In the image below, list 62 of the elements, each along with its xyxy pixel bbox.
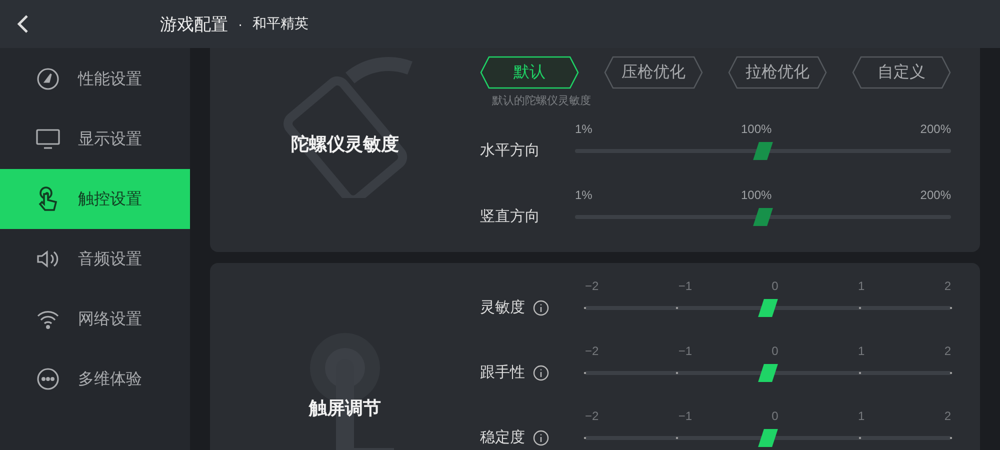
tick-label: −2 xyxy=(585,409,599,423)
tick-label: −1 xyxy=(678,279,692,293)
tick-label: 0 xyxy=(772,279,778,293)
tick-label: 200% xyxy=(920,188,951,202)
slider-track[interactable] xyxy=(585,429,951,447)
info-icon[interactable] xyxy=(533,364,549,380)
title-separator: · xyxy=(238,16,243,32)
tick-label: 100% xyxy=(740,122,772,136)
slider-label: 跟手性 xyxy=(480,363,525,382)
tick-label: −1 xyxy=(678,409,692,423)
game-name: 和平精英 xyxy=(252,15,309,33)
preset-tab[interactable]: 压枪优化 xyxy=(604,56,703,89)
preset-tab[interactable]: 自定义 xyxy=(852,56,951,89)
slider-track[interactable] xyxy=(575,142,951,160)
slider-label: 竖直方向 xyxy=(480,207,540,226)
speaker-icon xyxy=(36,248,60,270)
slider-label: 稳定度 xyxy=(480,428,525,447)
tick-label: 1% xyxy=(575,122,592,136)
slider-label: 灵敏度 xyxy=(480,298,525,317)
sidebar-item[interactable]: 网络设置 xyxy=(0,289,190,349)
slider-track[interactable] xyxy=(575,208,951,226)
info-icon[interactable] xyxy=(533,300,549,316)
tick-label: 100% xyxy=(740,188,772,202)
slider-label: 水平方向 xyxy=(480,141,540,160)
tick-label: 0 xyxy=(772,409,778,423)
tick-label: 1 xyxy=(858,279,865,293)
page-title: 游戏配置 xyxy=(160,14,228,36)
back-icon[interactable] xyxy=(16,14,30,34)
info-icon[interactable] xyxy=(533,430,549,446)
slider-thumb[interactable] xyxy=(753,142,773,160)
sidebar-item[interactable]: 触控设置 xyxy=(0,169,190,229)
wifi-icon xyxy=(36,308,60,330)
tick-label: 2 xyxy=(944,279,951,293)
sidebar-item[interactable]: 性能设置 xyxy=(0,49,190,109)
sidebar-item[interactable]: 显示设置 xyxy=(0,109,190,169)
preset-tab[interactable]: 拉枪优化 xyxy=(728,56,827,89)
slider-thumb[interactable] xyxy=(758,429,778,447)
tick-label: 1 xyxy=(858,344,865,358)
slider-thumb[interactable] xyxy=(753,208,773,226)
tick-label: 1 xyxy=(858,409,865,423)
slider-track[interactable] xyxy=(585,299,951,317)
slider-thumb[interactable] xyxy=(758,299,778,317)
slider-track[interactable] xyxy=(585,364,951,382)
tick-label: 2 xyxy=(944,344,951,358)
slider-thumb[interactable] xyxy=(758,364,778,382)
tick-label: 200% xyxy=(920,122,951,136)
tick-label: 0 xyxy=(772,344,778,358)
sidebar-item[interactable]: 音频设置 xyxy=(0,229,190,289)
preset-description: 默认的陀螺仪灵敏度 xyxy=(492,94,591,108)
gauge-icon xyxy=(36,67,60,91)
tick-label: −2 xyxy=(585,279,599,293)
card-title: 陀螺仪灵敏度 xyxy=(291,133,399,156)
tick-label: −2 xyxy=(585,344,599,358)
sidebar-item[interactable]: 多维体验 xyxy=(0,349,190,409)
more-icon xyxy=(36,367,60,391)
tick-label: 2 xyxy=(944,409,951,423)
card-title: 触屏调节 xyxy=(309,397,381,420)
tick-label: 1% xyxy=(575,188,592,202)
tap-hand-icon xyxy=(36,186,60,212)
monitor-icon xyxy=(36,128,60,150)
preset-tab[interactable]: 默认 xyxy=(480,56,579,89)
tick-label: −1 xyxy=(678,344,692,358)
